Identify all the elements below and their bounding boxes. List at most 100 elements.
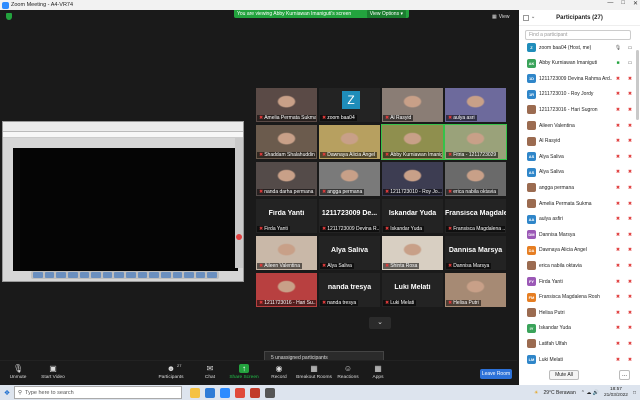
- video-off-icon[interactable]: ✖: [624, 263, 636, 269]
- participant-list-item[interactable]: IY Iskandar Yuda ✖ ✖: [519, 322, 636, 335]
- mic-muted-icon[interactable]: ✖: [612, 310, 624, 316]
- video-off-icon[interactable]: ✖: [624, 216, 636, 222]
- chevron-down-icon[interactable]: ⌄: [531, 14, 535, 20]
- mic-muted-icon[interactable]: ✖: [612, 138, 624, 144]
- panel-scrollbar[interactable]: [636, 50, 639, 120]
- participant-tile[interactable]: Luki Melati ✖Luki Melati: [382, 273, 443, 307]
- participant-tile[interactable]: ✖Fitria - 1211723029: [444, 124, 507, 160]
- participant-tile[interactable]: ✖1211723016 - Hari Su...: [256, 273, 317, 307]
- video-off-icon[interactable]: ✖: [624, 310, 636, 316]
- video-off-icon[interactable]: ✖: [624, 123, 636, 129]
- participant-tile[interactable]: ✖Al Rasyid: [382, 88, 443, 122]
- participant-tile[interactable]: nanda tresya ✖nanda tresya: [319, 273, 380, 307]
- participant-tile[interactable]: Firda Yanti ✖Firda Yanti: [256, 199, 317, 233]
- participant-search-input[interactable]: Find a participant: [525, 30, 631, 40]
- record-button[interactable]: ◉ Record: [268, 364, 290, 380]
- maximize-icon[interactable]: □: [621, 0, 625, 7]
- mic-icon[interactable]: 🎙: [612, 45, 624, 51]
- share-screen-button[interactable]: ↑ Share Screen: [229, 364, 259, 380]
- participant-list-item[interactable]: FM Fransisca Magdalena Rosh ✖ ✖: [519, 291, 636, 304]
- participant-tile[interactable]: 1211723009 De... ✖1211723009 Devina R...: [319, 199, 380, 233]
- participant-list-item[interactable]: 1211723016 - Hari Sugron ✖ ✖: [519, 103, 636, 116]
- video-off-icon[interactable]: ✖: [624, 138, 636, 144]
- breakout-rooms-button[interactable]: ▦ Breakout Rooms: [296, 364, 332, 380]
- participant-list-item[interactable]: Latifah Ulfah ✖ ✖: [519, 337, 636, 350]
- mic-muted-icon[interactable]: ✖: [612, 91, 624, 97]
- video-off-icon[interactable]: ✖: [624, 232, 636, 238]
- participants-button[interactable]: ☻ 27 Participants: [156, 363, 186, 380]
- shared-screen[interactable]: [2, 121, 244, 282]
- video-off-icon[interactable]: ✖: [624, 279, 636, 285]
- participant-list-item[interactable]: AK Abby Kurniawan Imaniguti ■ ▭: [519, 57, 636, 70]
- participant-tile[interactable]: Dannisa Marsya ✖Dannisa Marsya: [445, 236, 506, 270]
- edge-icon[interactable]: [205, 387, 215, 398]
- notification-icon[interactable]: □: [633, 390, 636, 396]
- video-off-icon[interactable]: ✖: [624, 201, 636, 207]
- mic-muted-icon[interactable]: ✖: [612, 247, 624, 253]
- view-options-button[interactable]: View Options ▾: [366, 10, 406, 18]
- participant-list-item[interactable]: LM Luki Melati ✖ ✖: [519, 353, 636, 366]
- participant-list-item[interactable]: DA Dawnaya Alicia Angel ✖ ✖: [519, 244, 636, 257]
- video-off-icon[interactable]: ✖: [624, 76, 636, 82]
- video-off-icon[interactable]: ✖: [624, 169, 636, 175]
- reactions-button[interactable]: ☺ Reactions: [336, 364, 360, 380]
- participant-tile[interactable]: ✖Aileen Valentina: [256, 236, 317, 270]
- mic-muted-icon[interactable]: ✖: [612, 107, 624, 113]
- participant-list-item[interactable]: angga permana ✖ ✖: [519, 181, 636, 194]
- participant-tile[interactable]: Z ✖zoom baa04: [319, 88, 380, 122]
- minimize-icon[interactable]: —: [607, 0, 613, 7]
- mic-muted-icon[interactable]: ✖: [612, 263, 624, 269]
- participant-tile[interactable]: ✖Dawnaya Alicia Angel: [319, 125, 380, 159]
- participant-tile[interactable]: ✖nanda darha permana: [256, 162, 317, 196]
- participant-list-item[interactable]: erica nabila oktavia ✖ ✖: [519, 259, 636, 272]
- participant-list-item[interactable]: AS Alya Saliva ✖ ✖: [519, 166, 636, 179]
- mute-all-button[interactable]: Mute All: [549, 370, 579, 380]
- mic-muted-icon[interactable]: ✖: [612, 325, 624, 331]
- participant-list-item[interactable]: AS Alya Saliva ✖ ✖: [519, 150, 636, 163]
- unmute-button[interactable]: 🎙 Unmute: [5, 364, 31, 380]
- mic-muted-icon[interactable]: ✖: [612, 154, 624, 160]
- participant-tile[interactable]: ✖1211723010 - Roy Jo...: [382, 162, 443, 196]
- mic-muted-icon[interactable]: ✖: [612, 216, 624, 222]
- popout-icon[interactable]: [523, 15, 529, 21]
- video-off-icon[interactable]: ✖: [624, 357, 636, 363]
- mic-muted-icon[interactable]: ✖: [612, 201, 624, 207]
- shield-icon[interactable]: [6, 13, 12, 20]
- video-off-icon[interactable]: ✖: [624, 294, 636, 300]
- participant-list-item[interactable]: DM Dannisa Marsya ✖ ✖: [519, 228, 636, 241]
- video-off-icon[interactable]: ✖: [624, 107, 636, 113]
- powerpoint-icon[interactable]: [250, 387, 260, 398]
- video-icon[interactable]: ▭: [624, 45, 636, 51]
- participant-list-item[interactable]: Amelia Permata Sukma ✖ ✖: [519, 197, 636, 210]
- start-video-button[interactable]: ▣ Start Video: [37, 364, 69, 380]
- participant-tile[interactable]: ✖aulya asri: [445, 88, 506, 122]
- clock[interactable]: 18:57 21/03/2022: [604, 387, 628, 399]
- apps-button[interactable]: ▦ Apps: [370, 364, 386, 380]
- participant-tile[interactable]: ✖Shaddam Shalahuddin: [256, 125, 317, 159]
- more-options-button[interactable]: ...: [619, 370, 630, 380]
- video-off-icon[interactable]: ✖: [624, 91, 636, 97]
- windows-start-icon[interactable]: ❖: [0, 389, 14, 397]
- participant-tile[interactable]: ✖Abby Kurniawan Imanigut: [381, 124, 444, 160]
- app-icon[interactable]: [265, 387, 275, 398]
- leave-room-button[interactable]: Leave Room: [480, 369, 512, 379]
- participant-tile[interactable]: ✖angga permana: [319, 162, 380, 196]
- participant-tile[interactable]: Iskandar Yuda ✖Iskandar Yuda: [382, 199, 443, 233]
- mic-muted-icon[interactable]: ✖: [612, 169, 624, 175]
- video-off-icon[interactable]: ✖: [624, 325, 636, 331]
- chevron-down-icon[interactable]: ⌄: [369, 317, 391, 329]
- mic-icon[interactable]: ■: [612, 60, 624, 66]
- mic-muted-icon[interactable]: ✖: [612, 341, 624, 347]
- participant-list-item[interactable]: Helisa Putri ✖ ✖: [519, 306, 636, 319]
- zoom-taskbar-icon[interactable]: [220, 387, 230, 398]
- video-off-icon[interactable]: ✖: [624, 154, 636, 160]
- taskbar-search-input[interactable]: ⚲ Type here to search: [14, 386, 182, 399]
- video-off-icon[interactable]: ✖: [624, 341, 636, 347]
- mic-muted-icon[interactable]: ✖: [612, 279, 624, 285]
- mic-muted-icon[interactable]: ✖: [612, 232, 624, 238]
- file-explorer-icon[interactable]: [190, 387, 200, 398]
- participant-list-item[interactable]: AA aulya asfiri ✖ ✖: [519, 213, 636, 226]
- chat-button[interactable]: ✉ Chat: [200, 364, 220, 380]
- mic-muted-icon[interactable]: ✖: [612, 123, 624, 129]
- participant-tile[interactable]: Fransisca Magdale... ✖Fransisca Magdalena…: [445, 199, 506, 233]
